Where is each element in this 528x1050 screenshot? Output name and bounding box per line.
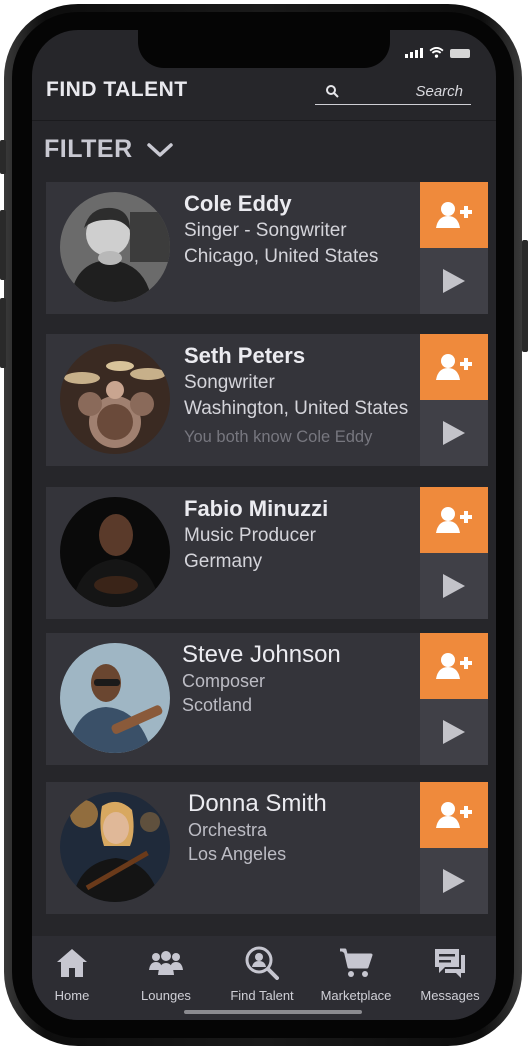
avatar — [60, 344, 170, 454]
play-button[interactable] — [420, 400, 488, 466]
talent-location: Scotland — [182, 695, 253, 715]
nav-item-lounges[interactable]: Lounges — [130, 936, 202, 1016]
talent-info: Steve Johnson Composer Scotland — [182, 641, 408, 717]
play-icon — [443, 720, 465, 744]
filter-label: FILTER — [44, 135, 133, 163]
talent-info: Seth Peters Songwriter Washington, Unite… — [184, 342, 410, 447]
add-contact-button[interactable] — [420, 182, 488, 248]
mutual-connection: You both know Cole Eddy — [184, 428, 373, 446]
add-user-icon — [436, 507, 472, 533]
avatar — [60, 792, 170, 902]
talent-card[interactable]: Seth Peters Songwriter Washington, Unite… — [46, 334, 488, 466]
talent-info: Donna Smith Orchestra Los Angeles — [188, 790, 414, 866]
play-button[interactable] — [420, 699, 488, 765]
talent-location: Los Angeles — [188, 844, 287, 864]
talent-name: Donna Smith — [188, 790, 327, 817]
talent-card[interactable]: Cole Eddy Singer - Songwriter Chicago, U… — [46, 182, 488, 314]
play-button[interactable] — [420, 848, 488, 914]
add-contact-button[interactable] — [420, 633, 488, 699]
users-icon — [149, 946, 183, 980]
header-divider — [32, 120, 496, 121]
battery-icon — [450, 49, 470, 58]
cart-icon — [339, 946, 373, 980]
search-person-icon — [245, 946, 279, 980]
app-screen: FIND TALENT Search FILTER Cole Eddy Sing… — [32, 30, 496, 1020]
filter-toggle[interactable]: FILTER — [44, 135, 173, 164]
nav-label: Home — [54, 988, 90, 1003]
play-icon — [443, 574, 465, 598]
status-bar — [405, 47, 470, 58]
talent-location: Germany — [184, 551, 263, 572]
nav-label: Find Talent — [230, 988, 294, 1003]
power-button — [522, 240, 528, 352]
add-user-icon — [436, 653, 472, 679]
talent-info: Fabio Minuzzi Music Producer Germany — [184, 495, 410, 575]
talent-role: Singer - Songwriter — [184, 220, 347, 241]
nav-label: Messages — [420, 988, 480, 1003]
add-user-icon — [436, 202, 472, 228]
talent-name: Cole Eddy — [184, 191, 292, 216]
talent-name: Fabio Minuzzi — [184, 496, 329, 521]
talent-location: Chicago, United States — [184, 246, 379, 267]
home-indicator — [184, 1010, 362, 1014]
talent-info: Cole Eddy Singer - Songwriter Chicago, U… — [184, 190, 410, 270]
nav-label: Marketplace — [320, 988, 392, 1003]
play-button[interactable] — [420, 248, 488, 314]
search-bar[interactable]: Search — [315, 82, 471, 105]
page-title: FIND TALENT — [46, 78, 188, 101]
talent-location: Washington, United States — [184, 398, 409, 419]
search-icon — [326, 85, 339, 98]
talent-role: Songwriter — [184, 372, 275, 393]
play-icon — [443, 269, 465, 293]
nav-label: Lounges — [141, 988, 191, 1003]
avatar — [60, 643, 170, 753]
avatar — [60, 497, 170, 607]
bottom-nav: Home Lounges Find Talent Marketplace Mes… — [32, 936, 496, 1020]
nav-item-find-talent[interactable]: Find Talent — [222, 936, 302, 1016]
volume-down-button — [0, 298, 6, 368]
nav-item-messages[interactable]: Messages — [414, 936, 486, 1016]
mute-switch — [0, 140, 6, 174]
talent-role: Orchestra — [188, 820, 268, 840]
talent-name: Seth Peters — [184, 343, 306, 368]
add-user-icon — [436, 354, 472, 380]
talent-card[interactable]: Steve Johnson Composer Scotland — [46, 633, 488, 765]
messages-icon — [433, 946, 467, 980]
play-button[interactable] — [420, 553, 488, 619]
play-icon — [443, 421, 465, 445]
play-icon — [443, 869, 465, 893]
add-contact-button[interactable] — [420, 487, 488, 553]
add-contact-button[interactable] — [420, 782, 488, 848]
nav-item-home[interactable]: Home — [36, 936, 108, 1016]
talent-role: Composer — [182, 671, 266, 691]
talent-card[interactable]: Donna Smith Orchestra Los Angeles — [46, 782, 488, 914]
volume-up-button — [0, 210, 6, 280]
talent-name: Steve Johnson — [182, 641, 341, 668]
nav-item-marketplace[interactable]: Marketplace — [316, 936, 396, 1016]
talent-role: Music Producer — [184, 525, 316, 546]
home-icon — [56, 946, 88, 980]
add-user-icon — [436, 802, 472, 828]
add-contact-button[interactable] — [420, 334, 488, 400]
wifi-icon — [429, 47, 444, 58]
search-input[interactable]: Search — [415, 83, 463, 100]
notch — [138, 30, 390, 68]
signal-icon — [405, 48, 423, 58]
talent-card[interactable]: Fabio Minuzzi Music Producer Germany — [46, 487, 488, 619]
avatar — [60, 192, 170, 302]
chevron-down-icon — [146, 142, 173, 157]
